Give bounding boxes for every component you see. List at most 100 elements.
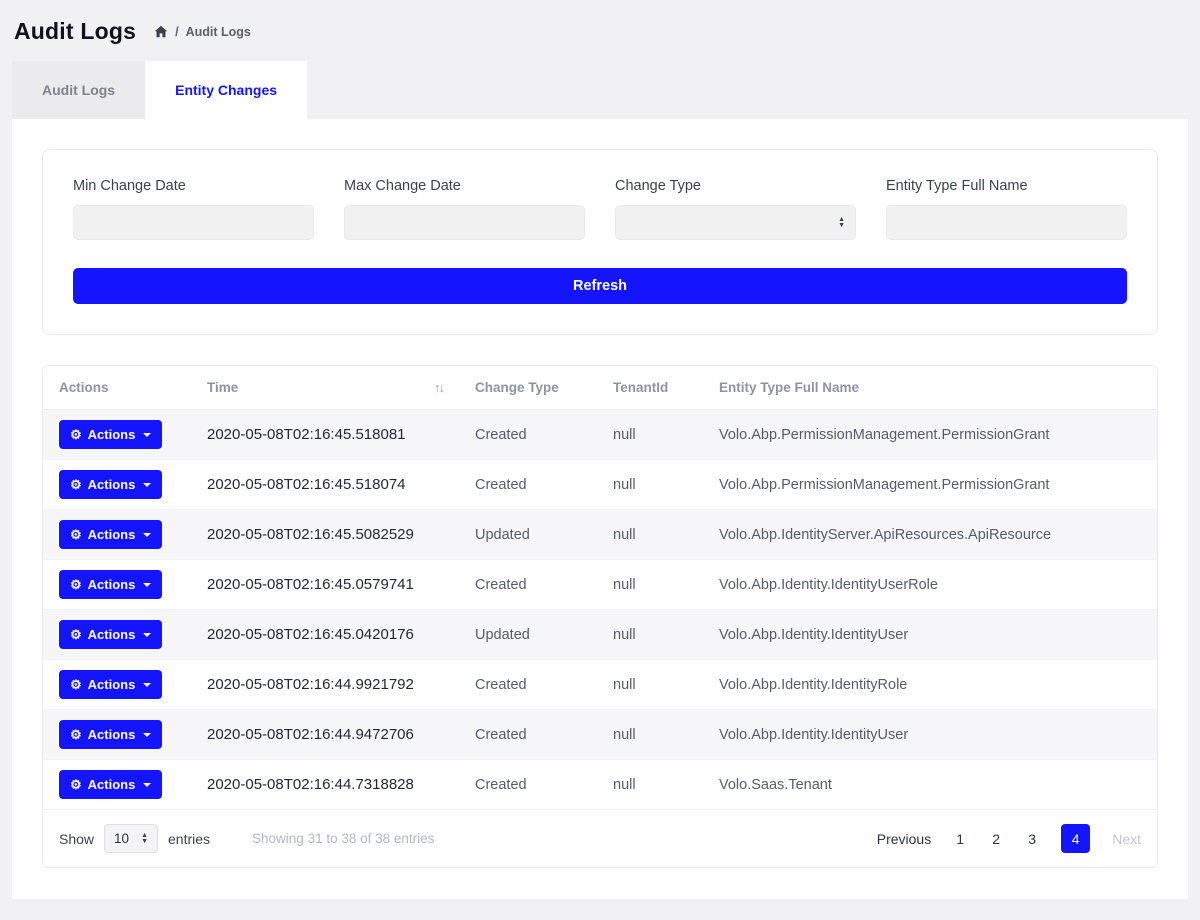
pagination-page[interactable]: 4 <box>1061 824 1090 853</box>
caret-down-icon <box>143 533 151 537</box>
row-actions-label: Actions <box>88 777 136 792</box>
cell-entity-type: Volo.Abp.PermissionManagement.Permission… <box>703 410 1157 460</box>
showing-entries-text: Showing 31 to 38 of 38 entries <box>252 831 434 846</box>
table-footer: Show 10 entries Showing 31 to 38 of 38 e… <box>43 810 1157 867</box>
max-change-date-group: Max Change Date <box>344 178 585 240</box>
table-row: ⚙ Actions 2020-05-08T02:16:45.5082529 Up… <box>43 510 1157 560</box>
page-size-select[interactable]: 10 <box>104 824 158 853</box>
row-actions-label: Actions <box>88 477 136 492</box>
cell-actions: ⚙ Actions <box>43 660 191 710</box>
row-actions-button[interactable]: ⚙ Actions <box>59 520 162 549</box>
row-actions-button[interactable]: ⚙ Actions <box>59 670 162 699</box>
page-title: Audit Logs <box>14 18 136 45</box>
cell-time: 2020-05-08T02:16:45.5082529 <box>191 510 459 560</box>
table-row: ⚙ Actions 2020-05-08T02:16:45.0420176 Up… <box>43 610 1157 660</box>
table-row: ⚙ Actions 2020-05-08T02:16:45.0579741 Cr… <box>43 560 1157 610</box>
row-actions-label: Actions <box>88 527 136 542</box>
updown-arrows-icon <box>141 833 148 845</box>
entity-type-label: Entity Type Full Name <box>886 178 1127 194</box>
cell-change-type: Updated <box>459 510 597 560</box>
change-type-label: Change Type <box>615 178 856 194</box>
filter-grid: Min Change Date Max Change Date Change T… <box>73 178 1127 240</box>
page-size-group: Show 10 entries <box>59 824 210 853</box>
gear-icon: ⚙ <box>70 478 82 491</box>
row-actions-button[interactable]: ⚙ Actions <box>59 570 162 599</box>
cell-entity-type: Volo.Abp.IdentityServer.ApiResources.Api… <box>703 510 1157 560</box>
entity-changes-table: Actions Time ↑↓ Change Type TenantId Ent… <box>43 366 1157 810</box>
table-row: ⚙ Actions 2020-05-08T02:16:44.9921792 Cr… <box>43 660 1157 710</box>
breadcrumb-current: Audit Logs <box>186 25 251 39</box>
cell-change-type: Created <box>459 760 597 810</box>
cell-actions: ⚙ Actions <box>43 710 191 760</box>
min-change-date-input[interactable] <box>73 205 314 240</box>
entity-changes-panel: Min Change Date Max Change Date Change T… <box>12 119 1188 899</box>
cell-time: 2020-05-08T02:16:45.518074 <box>191 460 459 510</box>
header-change-type: Change Type <box>459 366 597 410</box>
gear-icon: ⚙ <box>70 578 82 591</box>
entity-type-group: Entity Type Full Name <box>886 178 1127 240</box>
caret-down-icon <box>143 633 151 637</box>
cell-time: 2020-05-08T02:16:45.0420176 <box>191 610 459 660</box>
cell-actions: ⚙ Actions <box>43 610 191 660</box>
caret-down-icon <box>143 483 151 487</box>
home-icon[interactable] <box>154 25 168 39</box>
tab-bar: Audit Logs Entity Changes <box>0 61 1200 119</box>
header-time-label: Time <box>207 380 238 395</box>
cell-actions: ⚙ Actions <box>43 760 191 810</box>
caret-down-icon <box>143 583 151 587</box>
cell-tenant-id: null <box>597 760 703 810</box>
cell-change-type: Created <box>459 410 597 460</box>
min-change-date-group: Min Change Date <box>73 178 314 240</box>
sort-icon[interactable]: ↑↓ <box>434 380 443 395</box>
pagination: Previous 1 2 3 4 Next <box>877 824 1141 853</box>
row-actions-label: Actions <box>88 677 136 692</box>
pagination-next[interactable]: Next <box>1112 831 1141 847</box>
gear-icon: ⚙ <box>70 678 82 691</box>
table-header-row: Actions Time ↑↓ Change Type TenantId Ent… <box>43 366 1157 410</box>
row-actions-button[interactable]: ⚙ Actions <box>59 770 162 799</box>
change-type-select[interactable] <box>615 205 856 240</box>
cell-time: 2020-05-08T02:16:44.9921792 <box>191 660 459 710</box>
row-actions-label: Actions <box>88 577 136 592</box>
show-label: Show <box>59 831 94 847</box>
row-actions-button[interactable]: ⚙ Actions <box>59 470 162 499</box>
caret-down-icon <box>143 733 151 737</box>
cell-time: 2020-05-08T02:16:44.7318828 <box>191 760 459 810</box>
pagination-page[interactable]: 1 <box>953 831 967 847</box>
row-actions-button[interactable]: ⚙ Actions <box>59 620 162 649</box>
cell-time: 2020-05-08T02:16:44.9472706 <box>191 710 459 760</box>
cell-entity-type: Volo.Saas.Tenant <box>703 760 1157 810</box>
cell-actions: ⚙ Actions <box>43 410 191 460</box>
cell-actions: ⚙ Actions <box>43 560 191 610</box>
updown-arrows-icon <box>838 217 845 229</box>
pagination-page[interactable]: 3 <box>1025 831 1039 847</box>
header-time[interactable]: Time ↑↓ <box>191 366 459 410</box>
max-change-date-input[interactable] <box>344 205 585 240</box>
cell-time: 2020-05-08T02:16:45.0579741 <box>191 560 459 610</box>
cell-tenant-id: null <box>597 560 703 610</box>
gear-icon: ⚙ <box>70 628 82 641</box>
row-actions-button[interactable]: ⚙ Actions <box>59 420 162 449</box>
cell-change-type: Created <box>459 710 597 760</box>
header-entity-type: Entity Type Full Name <box>703 366 1157 410</box>
table-row: ⚙ Actions 2020-05-08T02:16:44.9472706 Cr… <box>43 710 1157 760</box>
cell-entity-type: Volo.Abp.Identity.IdentityUser <box>703 710 1157 760</box>
cell-change-type: Created <box>459 460 597 510</box>
refresh-button[interactable]: Refresh <box>73 268 1127 304</box>
cell-tenant-id: null <box>597 710 703 760</box>
cell-tenant-id: null <box>597 610 703 660</box>
tab-audit-logs[interactable]: Audit Logs <box>12 61 145 119</box>
row-actions-button[interactable]: ⚙ Actions <box>59 720 162 749</box>
gear-icon: ⚙ <box>70 728 82 741</box>
cell-tenant-id: null <box>597 510 703 560</box>
entity-type-input[interactable] <box>886 205 1127 240</box>
pagination-page[interactable]: 2 <box>989 831 1003 847</box>
gear-icon: ⚙ <box>70 778 82 791</box>
min-change-date-label: Min Change Date <box>73 178 314 194</box>
pagination-previous[interactable]: Previous <box>877 831 931 847</box>
cell-tenant-id: null <box>597 410 703 460</box>
cell-tenant-id: null <box>597 460 703 510</box>
cell-entity-type: Volo.Abp.Identity.IdentityUser <box>703 610 1157 660</box>
tab-entity-changes[interactable]: Entity Changes <box>145 61 307 119</box>
caret-down-icon <box>143 683 151 687</box>
